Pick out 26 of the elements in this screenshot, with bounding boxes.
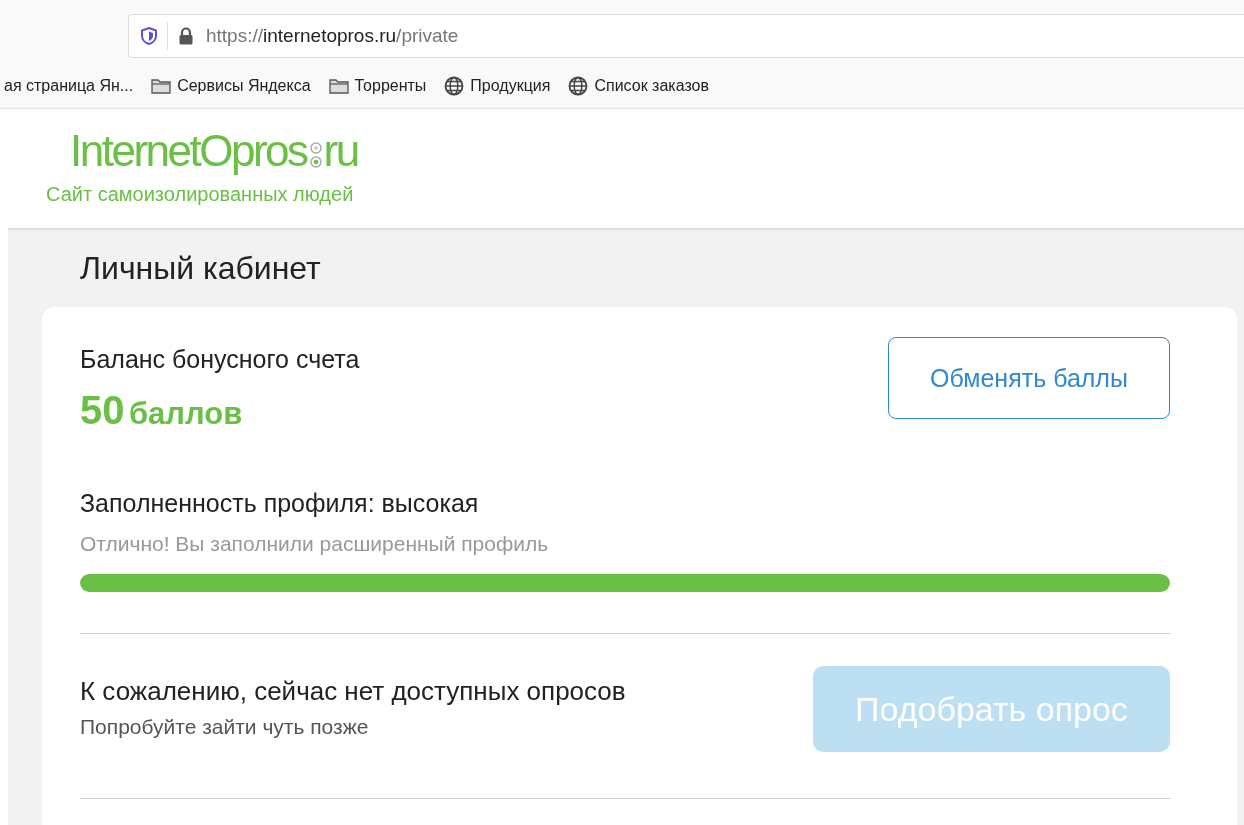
balance-unit: баллов <box>128 396 243 431</box>
address-bar[interactable]: https://internetopros.ru/private <box>128 14 1244 58</box>
retry-hint: Попробуйте зайти чуть позже <box>80 715 370 739</box>
page-title: Личный кабинет <box>80 250 322 287</box>
lock-icon <box>178 27 194 45</box>
url-text: https://internetopros.ru/private <box>206 25 459 47</box>
folder-icon <box>151 78 172 94</box>
balance-amount: 50 <box>80 388 125 432</box>
bookmark-link[interactable]: Сервисы Яндекса <box>151 77 311 95</box>
bookmark-link[interactable]: Торренты <box>328 77 427 95</box>
bookmark-link[interactable]: Список заказов <box>568 76 709 96</box>
shield-icon[interactable] <box>141 27 157 45</box>
folder-icon <box>328 78 349 94</box>
logo-text: InternetOpros <box>70 126 307 176</box>
bookmark-link[interactable]: ая страница Ян... <box>4 77 134 95</box>
tagline: Сайт самоизолированных людей <box>46 183 355 206</box>
exchange-points-button[interactable]: Обменять баллы <box>888 337 1170 419</box>
logo-text: ru <box>323 126 358 176</box>
globe-icon <box>444 76 465 96</box>
profile-status: Заполненность профиля: высокая <box>80 489 480 518</box>
globe-icon <box>568 76 589 96</box>
profile-hint: Отлично! Вы заполнили расширенный профиль <box>80 532 550 556</box>
no-surveys-message: К сожалению, сейчас нет доступных опросов <box>80 676 626 707</box>
bookmark-link[interactable]: Продукция <box>444 76 551 96</box>
logo-dots-icon <box>309 140 322 170</box>
balance-label: Баланс бонусного счета <box>80 345 360 374</box>
